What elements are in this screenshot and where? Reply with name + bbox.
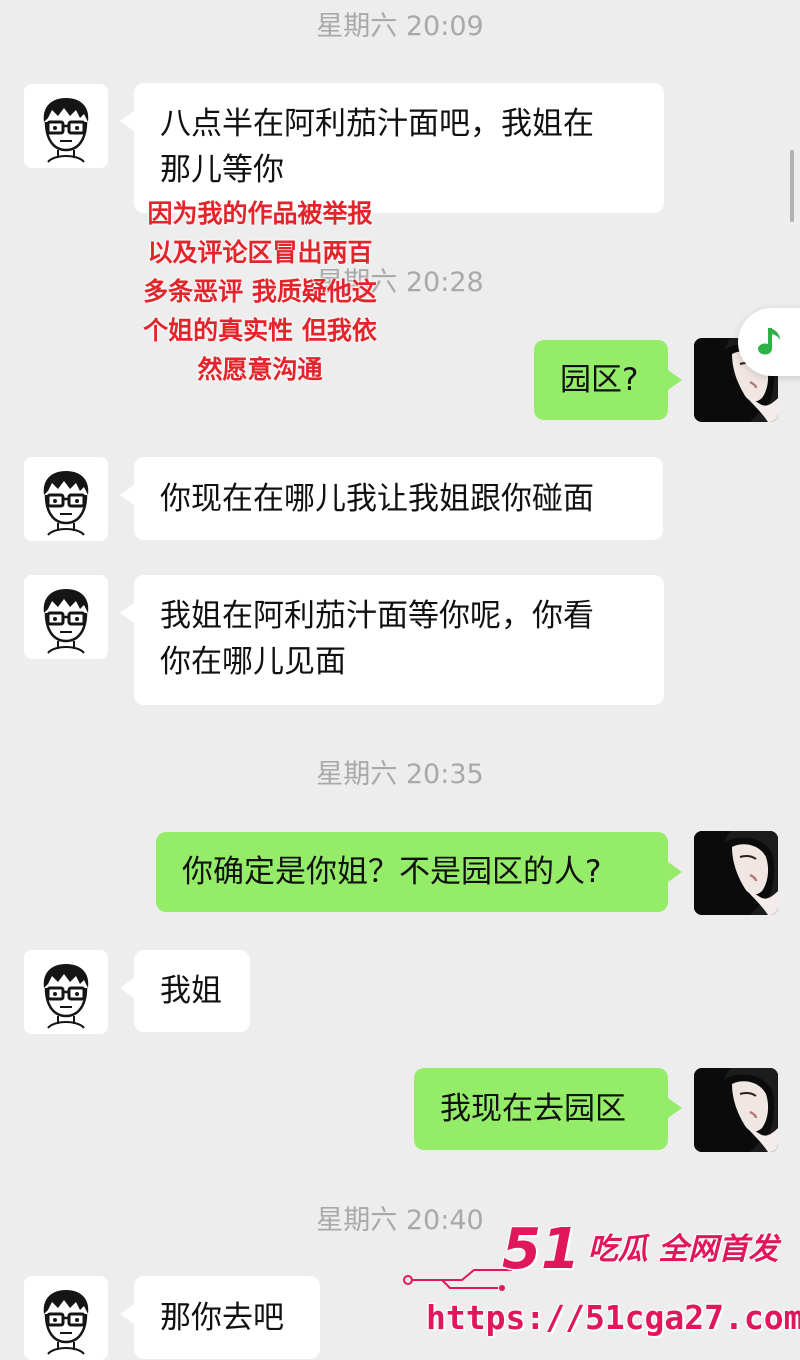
- scrollbar[interactable]: [790, 150, 794, 222]
- cartoon-boy-glasses-icon: [24, 1276, 108, 1360]
- watermark-brand-text: 吃瓜 全网首发: [587, 1232, 779, 1267]
- watermark-url: https://51cga27.com: [426, 1298, 800, 1337]
- message-bubble-outgoing[interactable]: 我现在去园区: [414, 1068, 682, 1150]
- contact-avatar[interactable]: [24, 575, 108, 659]
- message-bubble-outgoing[interactable]: 你确定是你姐？不是园区的人?: [156, 832, 682, 912]
- woman-portrait-icon: [694, 831, 778, 915]
- message-line: 那儿等你: [160, 152, 284, 188]
- watermark: 51 吃瓜 全网首发 https://51cga27.com: [402, 1217, 800, 1354]
- watermark-brand-number: 51: [502, 1217, 580, 1282]
- contact-avatar[interactable]: [24, 457, 108, 541]
- cartoon-boy-glasses-icon: [24, 575, 108, 659]
- message-line: 我姐在阿利茄汁面等你呢，你看: [160, 598, 594, 634]
- annotation-line: 因为我的作品被举报: [147, 199, 373, 228]
- message-line: 你在哪儿见面: [160, 644, 346, 680]
- contact-avatar[interactable]: [24, 950, 108, 1034]
- contact-avatar[interactable]: [24, 84, 108, 168]
- message-line: 我姐: [160, 973, 222, 1009]
- annotation-line: 多条恶评 我质疑他这: [143, 277, 377, 306]
- message-line: 你确定是你姐？不是园区的人?: [182, 854, 602, 890]
- message-line: 园区?: [560, 362, 639, 398]
- cartoon-boy-glasses-icon: [24, 84, 108, 168]
- message-bubble-incoming[interactable]: 那你去吧: [120, 1276, 320, 1359]
- message-bubble-incoming[interactable]: 我姐在阿利茄汁面等你呢，你看 你在哪儿见面: [120, 575, 664, 705]
- annotation-line: 然愿意沟通: [197, 355, 323, 384]
- message-line: 你现在在哪儿我让我姐跟你碰面: [160, 480, 594, 517]
- message-bubble-incoming[interactable]: 我姐: [120, 950, 250, 1032]
- music-note-icon: [758, 328, 780, 355]
- annotation-line: 以及评论区冒出两百: [147, 238, 373, 267]
- annotation-line: 个姐的真实性 但我依: [143, 316, 377, 345]
- message-line: 那你去吧: [160, 1299, 284, 1336]
- floating-music-button[interactable]: [738, 308, 800, 376]
- message-line: 我现在去园区: [440, 1091, 626, 1127]
- user-avatar[interactable]: [694, 831, 778, 915]
- cartoon-boy-glasses-icon: [24, 950, 108, 1034]
- message-bubble-outgoing[interactable]: 园区?: [534, 340, 682, 420]
- user-avatar[interactable]: [694, 1068, 778, 1152]
- woman-portrait-icon: [694, 1068, 778, 1152]
- cartoon-boy-glasses-icon: [24, 457, 108, 541]
- red-annotation-overlay: 因为我的作品被举报 以及评论区冒出两百 多条恶评 我质疑他这 个姐的真实性 但我…: [120, 194, 400, 389]
- contact-avatar[interactable]: [24, 1276, 108, 1360]
- message-line: 八点半在阿利茄汁面吧，我姐在: [160, 106, 594, 142]
- timestamp: 星期六 20:09: [316, 11, 484, 42]
- timestamp: 星期六 20:35: [316, 759, 484, 790]
- message-bubble-incoming[interactable]: 你现在在哪儿我让我姐跟你碰面: [120, 457, 663, 540]
